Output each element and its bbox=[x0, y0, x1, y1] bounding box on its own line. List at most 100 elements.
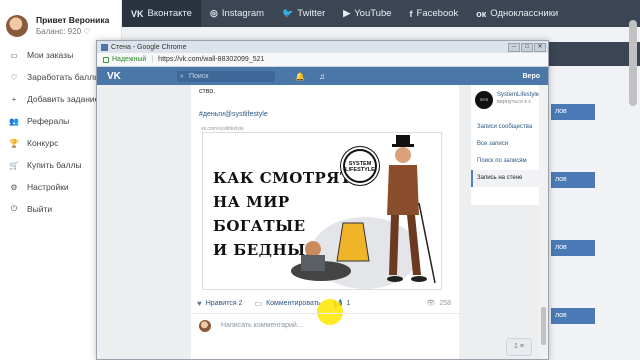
profile-name: Привет Вероника bbox=[36, 14, 110, 25]
tab-twitter[interactable]: 🐦 Twitter bbox=[273, 0, 334, 27]
sidebar-item-label: Выйти bbox=[27, 204, 53, 214]
post-text: ство. bbox=[199, 88, 216, 95]
vk-logo[interactable]: VK bbox=[107, 71, 177, 82]
page-scrollbar[interactable] bbox=[629, 20, 637, 106]
window-title: Стена - Google Chrome bbox=[111, 43, 187, 51]
close-button[interactable]: ✕ bbox=[534, 42, 546, 52]
vk-user-name[interactable]: Веро bbox=[523, 73, 541, 80]
sidebar-item-label: Конкурс bbox=[27, 138, 59, 148]
group-back-link: вернуться к с bbox=[497, 99, 532, 105]
youtube-icon: ▶ bbox=[343, 8, 351, 18]
search-icon: ⌕ bbox=[180, 72, 184, 80]
balance-text: Баланс: 920 ♡ bbox=[36, 26, 91, 36]
top-navigation: VK Вконтакте ◎ Instagram 🐦 Twitter ▶ YouTube… bbox=[122, 0, 640, 27]
profile-block: Привет Вероника Баланс: 920 ♡ bbox=[0, 0, 121, 42]
group-block[interactable]: SYS SystemLifestyle вернуться к с bbox=[471, 85, 539, 119]
comment-label: Комментировать bbox=[266, 299, 321, 307]
chat-button[interactable]: 1 ≡ bbox=[506, 338, 532, 356]
users-icon: 👥 bbox=[9, 116, 19, 126]
facebook-icon: f bbox=[409, 8, 413, 19]
background-panel bbox=[547, 42, 640, 66]
comment-button[interactable]: ▭ Комментировать bbox=[255, 299, 321, 308]
scroll-thumb[interactable] bbox=[541, 307, 546, 345]
comment-input[interactable]: Написать комментарий... bbox=[221, 322, 303, 329]
post-actions: ♥ Нравится 2 ▭ Комментировать 📢 1 👁 258 bbox=[191, 295, 459, 311]
sidebar-item-label: Рефералы bbox=[27, 116, 70, 126]
eye-icon: 👁 bbox=[426, 300, 436, 307]
window-scrollbar[interactable] bbox=[539, 85, 548, 359]
tab-facebook[interactable]: f Facebook bbox=[401, 0, 468, 27]
tab-label: Вконтакте bbox=[147, 8, 192, 19]
search-placeholder: Поиск bbox=[189, 72, 209, 80]
vk-favicon-icon bbox=[101, 43, 108, 51]
group-logo: SYS bbox=[475, 91, 493, 109]
url-separator: | bbox=[151, 56, 154, 63]
instagram-icon: ◎ bbox=[209, 8, 218, 18]
rich-poor-illustration bbox=[291, 135, 436, 289]
background-task-button[interactable]: лов bbox=[551, 240, 595, 256]
side-menu-search-posts[interactable]: Поиск по записям bbox=[471, 153, 539, 170]
background-task-button[interactable]: лов bbox=[551, 104, 595, 120]
tab-label: YouTube bbox=[354, 8, 392, 19]
search-input[interactable]: ⌕ Поиск bbox=[177, 70, 275, 82]
maximize-button[interactable]: □ bbox=[521, 42, 533, 52]
vk-header: VK ⌕ Поиск 🔔 ♫ Веро bbox=[97, 67, 548, 85]
secure-label: Надежный bbox=[112, 56, 147, 63]
tab-label: Instagram bbox=[221, 8, 265, 19]
avatar[interactable] bbox=[6, 14, 28, 37]
wall-post: ство. #деньги@systlifestyle vk.com/systl… bbox=[191, 85, 459, 359]
group-name: SystemLifestyle bbox=[497, 92, 540, 98]
tab-odnoklassniki[interactable]: ок Одноклассники bbox=[467, 0, 567, 27]
twitter-icon: 🐦 bbox=[282, 8, 294, 18]
tab-label: Twitter bbox=[297, 8, 326, 19]
cart-icon: ▭ bbox=[10, 50, 18, 60]
avatar bbox=[199, 319, 211, 332]
bell-icon[interactable]: 🔔 bbox=[295, 72, 305, 81]
minimize-button[interactable]: – bbox=[508, 42, 520, 52]
share-button[interactable]: 📢 1 bbox=[333, 299, 351, 308]
tab-label: Facebook bbox=[416, 8, 459, 19]
side-menu-all-posts[interactable]: Все записи bbox=[471, 136, 539, 153]
browser-window: Стена - Google Chrome – □ ✕ Надежный | h… bbox=[96, 40, 549, 360]
lock-icon bbox=[103, 56, 109, 63]
gear-icon: ⚙ bbox=[10, 182, 18, 192]
like-label: Нравится bbox=[205, 299, 237, 307]
comment-row: Написать комментарий... bbox=[191, 313, 459, 337]
background-task-button[interactable]: лов bbox=[551, 172, 595, 188]
tab-label: Одноклассники bbox=[490, 8, 559, 19]
address-bar[interactable]: Надежный | https://vk.com/wall-88302099_… bbox=[97, 53, 548, 67]
sidebar-item-label: Настройки bbox=[27, 182, 69, 192]
url-text[interactable]: https://vk.com/wall-88302099_521 bbox=[158, 56, 264, 63]
views-counter: 👁 258 bbox=[426, 299, 451, 308]
heart-icon: ♡ bbox=[10, 72, 18, 82]
tab-vkontakte[interactable]: VK Вконтакте bbox=[122, 0, 201, 27]
music-icon[interactable]: ♫ bbox=[319, 72, 325, 81]
sidebar-item-label: Заработать баллы bbox=[27, 72, 101, 82]
background-task-button[interactable]: лов bbox=[551, 308, 595, 324]
tab-youtube[interactable]: ▶ YouTube bbox=[334, 0, 400, 27]
like-count: 2 bbox=[238, 299, 243, 307]
sidebar-item-label: Купить баллы bbox=[27, 160, 82, 170]
plus-icon: + bbox=[11, 94, 17, 104]
post-image[interactable]: КАК СМОТРЯТ НА МИР БОГАТЫЕ И БЕДНЫЕ SYST… bbox=[202, 132, 442, 290]
vk-page: ство. #деньги@systlifestyle vk.com/systl… bbox=[97, 85, 548, 359]
wall-side-menu: SYS SystemLifestyle вернуться к с Записи… bbox=[471, 85, 539, 205]
heart-icon: ♥ bbox=[197, 298, 202, 308]
window-titlebar[interactable]: Стена - Google Chrome – □ ✕ bbox=[97, 41, 548, 53]
tab-instagram[interactable]: ◎ Instagram bbox=[201, 0, 273, 27]
trophy-icon: 🏆 bbox=[9, 138, 19, 148]
like-button[interactable]: ♥ Нравится 2 bbox=[197, 299, 243, 308]
comment-icon: ▭ bbox=[254, 298, 263, 308]
views-count: 258 bbox=[439, 299, 451, 307]
post-hashtag[interactable]: #деньги@systlifestyle bbox=[199, 111, 268, 118]
vk-icon: VK bbox=[131, 8, 144, 19]
odnoklassniki-icon: ок bbox=[476, 8, 487, 19]
sidebar-item-label: Добавить задание bbox=[27, 94, 100, 104]
power-icon: ⏻ bbox=[10, 204, 18, 213]
share-count: 1 bbox=[346, 299, 351, 307]
side-menu-wall-post[interactable]: Запись на стене bbox=[471, 170, 539, 187]
cart-buy-icon: 🛒 bbox=[9, 160, 19, 170]
sidebar-item-label: Мои заказы bbox=[27, 50, 74, 60]
megaphone-icon: 📢 bbox=[332, 298, 343, 308]
side-menu-community-posts[interactable]: Записи сообщества bbox=[471, 119, 539, 136]
